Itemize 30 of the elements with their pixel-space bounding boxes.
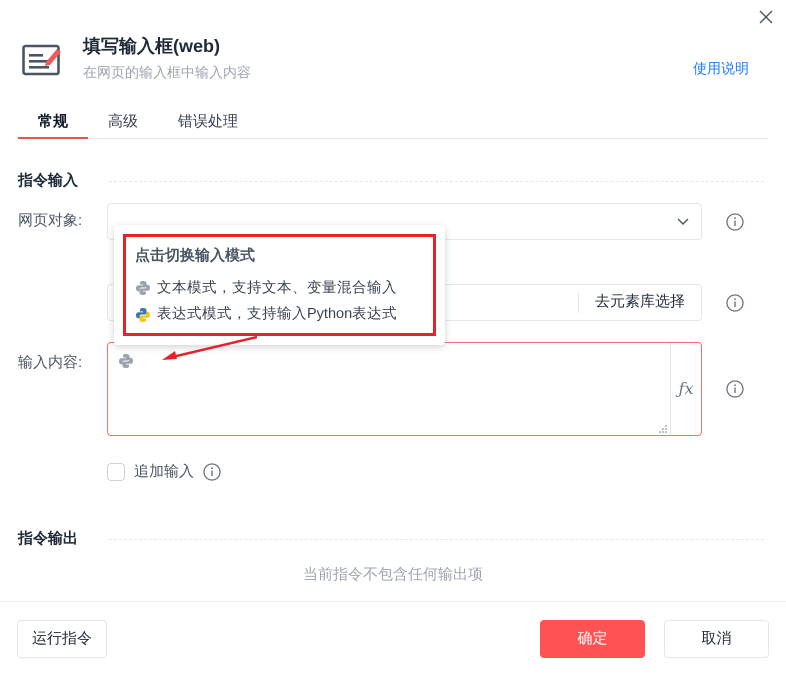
tab[interactable]: 常规 [18, 107, 88, 139]
section-title: 指令输入 [18, 170, 79, 191]
field-label: 输入内容: [18, 354, 82, 371]
resize-handle-icon[interactable] [659, 425, 667, 433]
element-library-button[interactable]: 去元素库选择 [579, 291, 701, 314]
tab[interactable]: 错误处理 [158, 107, 258, 139]
append-checkbox[interactable] [107, 463, 125, 482]
help-link[interactable]: 使用说明 [693, 58, 749, 79]
append-label: 追加输入 [134, 462, 194, 482]
python-icon [135, 307, 151, 324]
python-icon [135, 280, 151, 296]
info-icon[interactable] [203, 463, 221, 482]
tooltip-item: 文本模式，支持文本、变量混合输入 [157, 278, 397, 298]
chevron-down-icon [677, 218, 689, 226]
tooltip-item: 表达式模式，支持输入Python表达式 [157, 305, 398, 324]
empty-output-text: 当前指令不包含任何输出项 [303, 564, 483, 584]
close-icon[interactable] [758, 9, 774, 25]
run-button[interactable]: 运行指令 [17, 620, 107, 658]
info-icon[interactable] [726, 380, 744, 398]
python-icon [118, 353, 134, 369]
dialog-title: 填写输入框(web) [83, 35, 221, 58]
info-icon[interactable] [726, 294, 744, 312]
tooltip-title: 点击切换输入模式 [135, 246, 256, 266]
cancel-button[interactable]: 取消 [664, 620, 769, 658]
tab[interactable]: 高级 [88, 107, 158, 139]
section-title: 指令输出 [18, 529, 79, 550]
info-icon[interactable] [726, 212, 744, 230]
field-label: 网页对象: [18, 212, 82, 230]
form-edit-icon [22, 42, 62, 76]
dialog-subtitle: 在网页的输入框中输入内容 [83, 63, 251, 82]
